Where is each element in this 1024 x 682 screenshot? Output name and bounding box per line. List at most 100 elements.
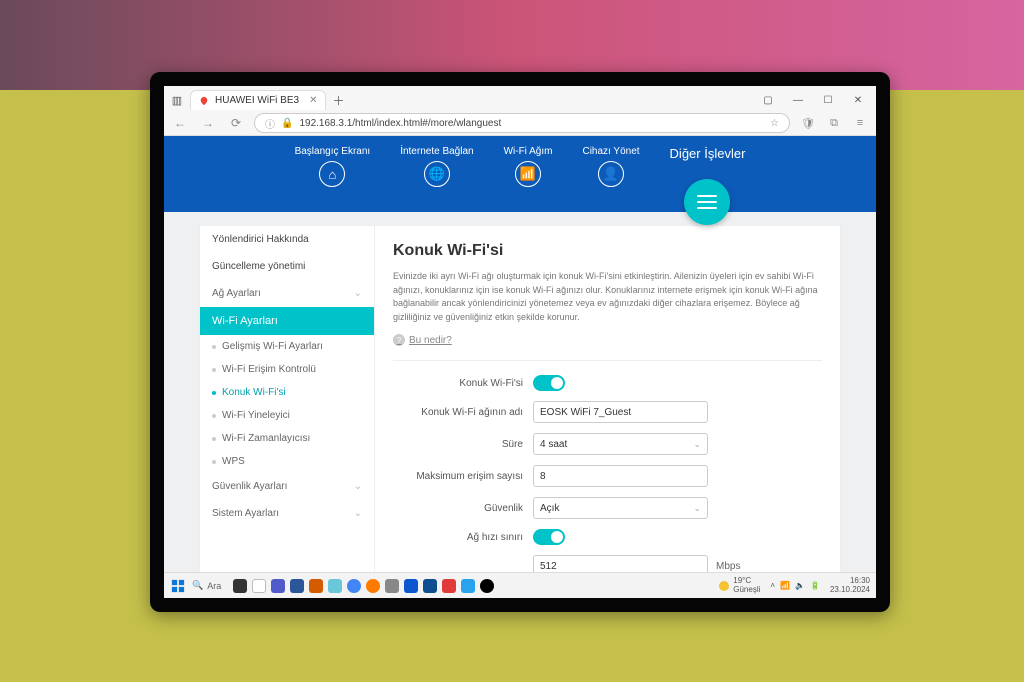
reload-button[interactable]: ⟳ [226, 113, 246, 133]
security-select[interactable]: Açık ⌄ [533, 497, 708, 519]
search-icon: 🔍 [192, 580, 203, 591]
label-duration: Süre [393, 439, 533, 450]
chevron-down-icon: ⌄ [354, 508, 362, 519]
content-area: Yönlendirici Hakkında Güncelleme yönetim… [164, 212, 876, 572]
guest-wifi-toggle[interactable] [533, 375, 565, 391]
help-link[interactable]: ? Bu nedir? [393, 334, 822, 346]
chevron-down-icon: ⌄ [693, 439, 701, 450]
sidebar-item-security[interactable]: Güvenlik Ayarları⌄ [200, 473, 374, 500]
sidebar-sub-scheduler[interactable]: Wi-Fi Zamanlayıcısı [200, 427, 374, 450]
nav-internet[interactable]: İnternete Bağlan 🌐 [400, 146, 473, 187]
app-icon-word[interactable] [290, 579, 304, 593]
sidebar-sub-repeater[interactable]: Wi-Fi Yineleyici [200, 404, 374, 427]
lock-icon: 🔒 [281, 118, 293, 129]
nav-more[interactable]: Diğer İşlevler [670, 146, 746, 225]
weather-text: Güneşli [733, 586, 760, 594]
tab-title: HUAWEI WiFi BE3 [215, 95, 299, 106]
weather-icon [719, 581, 729, 591]
label-security: Güvenlik [393, 503, 533, 514]
row-ssid: Konuk Wi-Fi ağının adı EOSK WiFi 7_Guest [393, 401, 822, 423]
browser-addressbar-row: ← → ⟳ ⓘ 🔒 192.168.3.1/html/index.html#/m… [164, 110, 876, 136]
row-duration: Süre 4 saat ⌄ [393, 433, 822, 455]
duration-select[interactable]: 4 saat ⌄ [533, 433, 708, 455]
weather-widget[interactable]: 19°C Güneşli [719, 577, 760, 594]
window-close-button[interactable]: ✕ [844, 91, 872, 109]
ssid-input[interactable]: EOSK WiFi 7_Guest [533, 401, 708, 423]
sidebar-item-system[interactable]: Sistem Ayarları⌄ [200, 500, 374, 527]
back-button[interactable]: ← [170, 113, 190, 133]
bookmark-star-icon[interactable]: ☆ [770, 118, 779, 129]
nav-more-label: Diğer İşlevler [670, 146, 746, 161]
sidebar-item-network[interactable]: Ağ Ayarları⌄ [200, 280, 374, 307]
browser-menu-icon[interactable]: ≡ [850, 113, 870, 133]
max-access-input[interactable]: 8 [533, 465, 708, 487]
wifi-icon: 📶 [515, 161, 541, 187]
app-icon-x[interactable] [480, 579, 494, 593]
app-icon-teams[interactable] [271, 579, 285, 593]
app-icon-6[interactable] [385, 579, 399, 593]
volume-icon[interactable]: 🔈 [795, 581, 805, 590]
label-ssid: Konuk Wi-Fi ağının adı [393, 407, 533, 418]
nav-device[interactable]: Cihazı Yönet 👤 [582, 146, 639, 187]
nav-internet-label: İnternete Bağlan [400, 146, 473, 157]
sidebar-group-wifi-active[interactable]: Wi-Fi Ayarları [200, 307, 374, 335]
question-icon: ? [393, 334, 405, 346]
separator [393, 360, 822, 361]
sidebar-sub-access-control[interactable]: Wi-Fi Erişim Kontrolü [200, 358, 374, 381]
app-icon-5[interactable] [328, 579, 342, 593]
app-icon-4[interactable] [309, 579, 323, 593]
app-icon-9[interactable] [442, 579, 456, 593]
app-icon-7[interactable] [404, 579, 418, 593]
app-icon-10[interactable] [461, 579, 475, 593]
taskbar-search[interactable]: 🔍 Ara [192, 580, 221, 591]
speed-unit: Mbps [716, 561, 740, 572]
speed-limit-toggle[interactable] [533, 529, 565, 545]
app-icon-chrome[interactable] [347, 579, 361, 593]
close-tab-icon[interactable]: ✕ [309, 95, 317, 106]
site-info-icon[interactable]: ⓘ [265, 116, 275, 131]
tab-list-button[interactable]: ▥ [168, 91, 186, 109]
row-max-access: Maksimum erişim sayısı 8 [393, 465, 822, 487]
window-minimize-button[interactable]: — [784, 91, 812, 109]
nav-wifi[interactable]: Wi-Fi Ağım 📶 [504, 146, 553, 187]
hamburger-icon [684, 179, 730, 225]
tab-overview-button[interactable]: ▢ [754, 91, 782, 109]
new-tab-button[interactable]: ＋ [330, 92, 346, 108]
globe-icon: 🌐 [424, 161, 450, 187]
chevron-up-icon[interactable]: ˄ [770, 581, 775, 590]
extensions-icon[interactable]: ⧉ [824, 113, 844, 133]
chevron-down-icon: ⌄ [693, 503, 701, 514]
app-icon-8[interactable] [423, 579, 437, 593]
app-icon-firefox[interactable] [366, 579, 380, 593]
sidebar-item-about[interactable]: Yönlendirici Hakkında [200, 226, 374, 253]
wifi-tray-icon[interactable]: 📶 [780, 581, 790, 590]
battery-icon[interactable]: 🔋 [810, 581, 820, 590]
sidebar-sub-wps[interactable]: WPS [200, 450, 374, 473]
sidebar-sub-guest-wifi[interactable]: Konuk Wi-Fi'si [200, 381, 374, 404]
sidebar-item-update[interactable]: Güncelleme yönetimi [200, 253, 374, 280]
system-tray[interactable]: ˄ 📶 🔈 🔋 [770, 581, 820, 590]
taskbar-clock[interactable]: 16:30 23.10.2024 [830, 577, 870, 594]
settings-main-panel: Konuk Wi-Fi'si Evinizde iki ayrı Wi-Fi a… [375, 226, 840, 572]
nav-home[interactable]: Başlangıç Ekranı ⌂ [295, 146, 371, 187]
shield-icon[interactable]: 🛡 [798, 113, 818, 133]
nav-home-label: Başlangıç Ekranı [295, 146, 371, 157]
forward-button[interactable]: → [198, 113, 218, 133]
app-icon-2[interactable] [252, 579, 266, 593]
row-speed-limit-toggle: Ağ hızı sınırı [393, 529, 822, 545]
app-icon-1[interactable] [233, 579, 247, 593]
label-guest-wifi: Konuk Wi-Fi'si [393, 378, 533, 389]
windows-taskbar: 🔍 Ara 19°C Güneşli [164, 572, 876, 598]
label-speed-limit: Ağ hızı sınırı [393, 532, 533, 543]
browser-tabbar: ▥ HUAWEI WiFi BE3 ✕ ＋ ▢ — ☐ ✕ [164, 86, 876, 110]
start-button[interactable] [170, 578, 186, 594]
row-speed-value: 512 Mbps [393, 555, 822, 572]
sidebar-sub-advanced-wifi[interactable]: Gelişmiş Wi-Fi Ayarları [200, 335, 374, 358]
window-maximize-button[interactable]: ☐ [814, 91, 842, 109]
laptop-screen: ▥ HUAWEI WiFi BE3 ✕ ＋ ▢ — ☐ ✕ ← → ⟳ ⓘ [150, 72, 890, 612]
speed-limit-input[interactable]: 512 [533, 555, 708, 572]
browser-tab-active[interactable]: HUAWEI WiFi BE3 ✕ [190, 90, 326, 110]
page-description: Evinizde iki ayrı Wi-Fi ağı oluşturmak i… [393, 270, 822, 324]
router-admin-page: Başlangıç Ekranı ⌂ İnternete Bağlan 🌐 Wi… [164, 136, 876, 572]
address-bar[interactable]: ⓘ 🔒 192.168.3.1/html/index.html#/more/wl… [254, 113, 790, 133]
